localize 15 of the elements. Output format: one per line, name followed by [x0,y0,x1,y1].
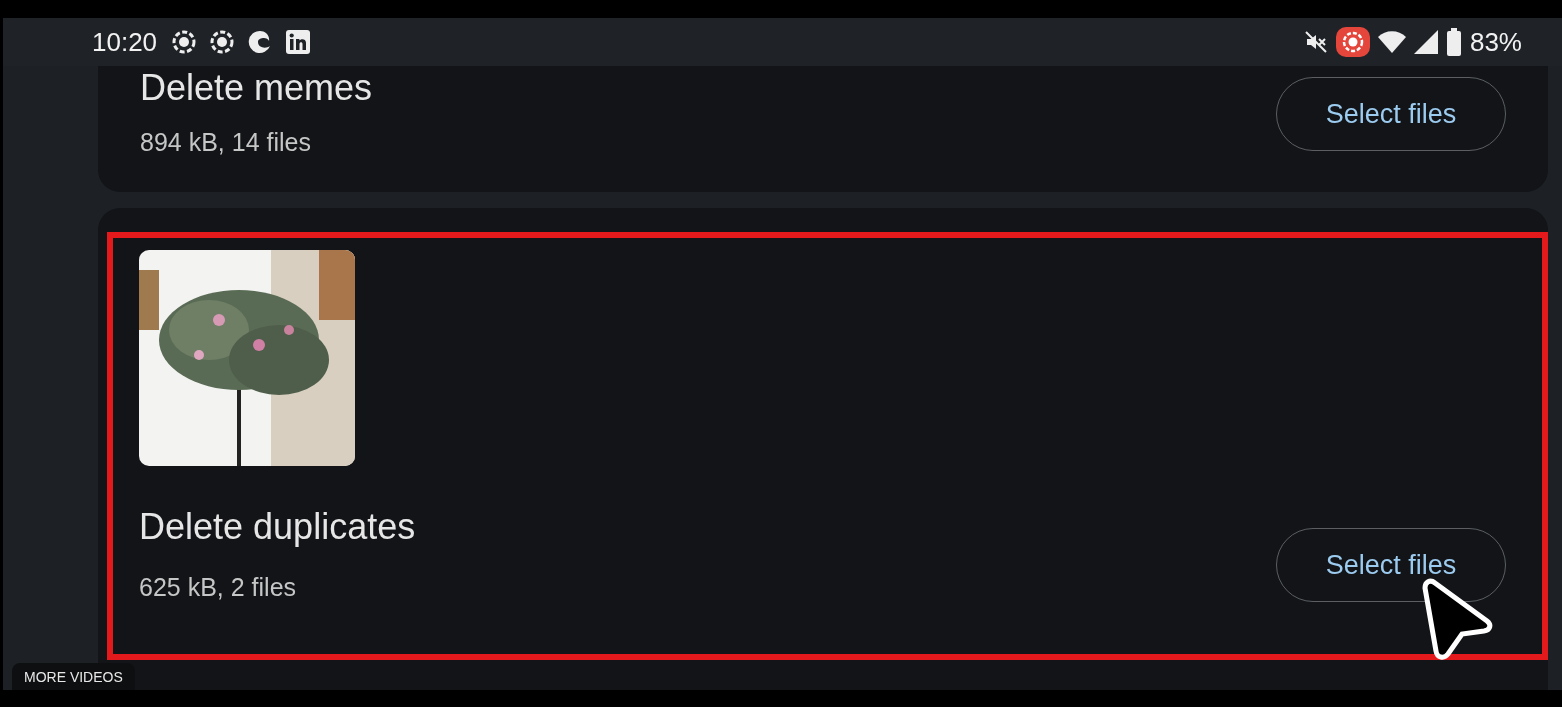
wifi-icon [1377,30,1406,54]
record-icon [209,29,236,55]
signal-icon [1413,30,1438,54]
battery-icon [1445,28,1462,56]
square-logo-icon [285,29,312,55]
record-icon [171,29,198,55]
battery-percent: 83% [1469,25,1522,59]
record-icon [1335,27,1370,57]
card-title: Delete duplicates [139,505,416,549]
card-title: Delete memes [140,66,373,110]
more-videos-label[interactable]: MORE VIDEOS [12,663,135,690]
card-subtitle: 625 kB, 2 files [139,572,297,603]
card-subtitle: 894 kB, 14 files [140,127,311,158]
status-time: 10:20 [92,25,158,59]
mute-icon [1303,30,1328,54]
